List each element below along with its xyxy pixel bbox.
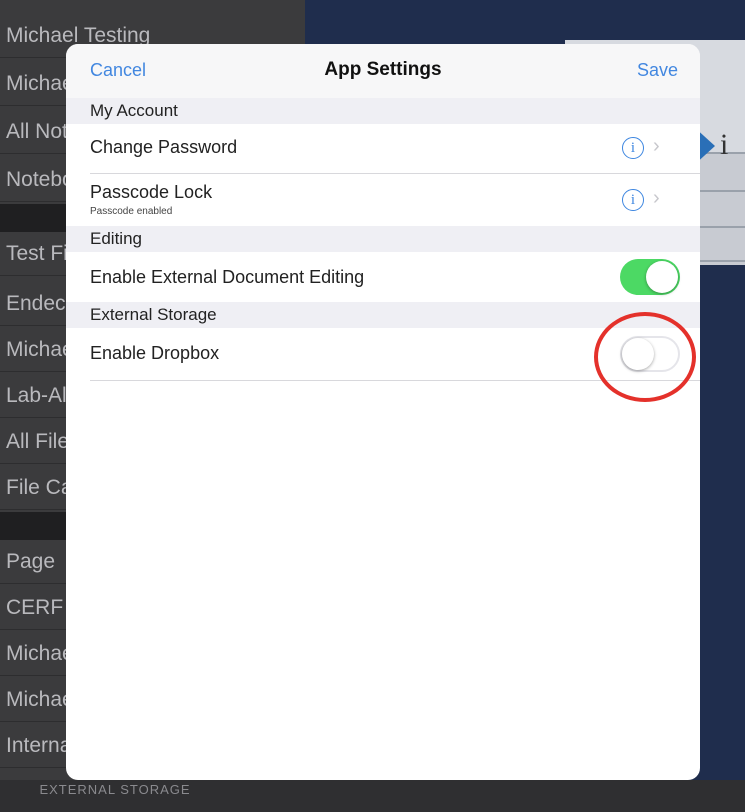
background-bottom-bar: EXTERNAL STORAGE	[0, 780, 745, 812]
chevron-right-icon: ›	[653, 187, 660, 209]
app-settings-modal: Cancel App Settings Save My Account Chan…	[66, 44, 700, 780]
toggle-knob	[646, 261, 678, 293]
save-button[interactable]: Save	[637, 60, 678, 81]
section-header-my-account: My Account	[66, 98, 700, 124]
document-glyph: i	[720, 128, 729, 161]
highlight-annotation-circle	[594, 312, 696, 402]
external-editing-row: Enable External Document Editing	[66, 252, 700, 302]
external-storage-section-label: EXTERNAL STORAGE	[39, 782, 191, 797]
dropbox-label: Enable Dropbox	[90, 343, 220, 363]
section-header-external-storage: External Storage	[66, 302, 700, 328]
passcode-lock-row[interactable]: Passcode Lock Passcode enabled i ›	[66, 174, 700, 226]
info-icon[interactable]: i	[622, 137, 644, 159]
passcode-lock-label: Passcode Lock	[90, 182, 213, 202]
section-header-editing: Editing	[66, 226, 700, 252]
change-password-label: Change Password	[90, 137, 238, 157]
modal-title: App Settings	[324, 59, 442, 80]
external-editing-toggle[interactable]	[620, 259, 680, 295]
modal-nav-bar: Cancel App Settings Save	[66, 44, 700, 99]
chevron-right-icon: ›	[653, 135, 660, 157]
change-password-row[interactable]: Change Password i ›	[66, 124, 700, 174]
external-editing-label: Enable External Document Editing	[90, 267, 365, 287]
passcode-status-text: Passcode enabled	[90, 206, 173, 217]
info-icon[interactable]: i	[622, 189, 644, 211]
